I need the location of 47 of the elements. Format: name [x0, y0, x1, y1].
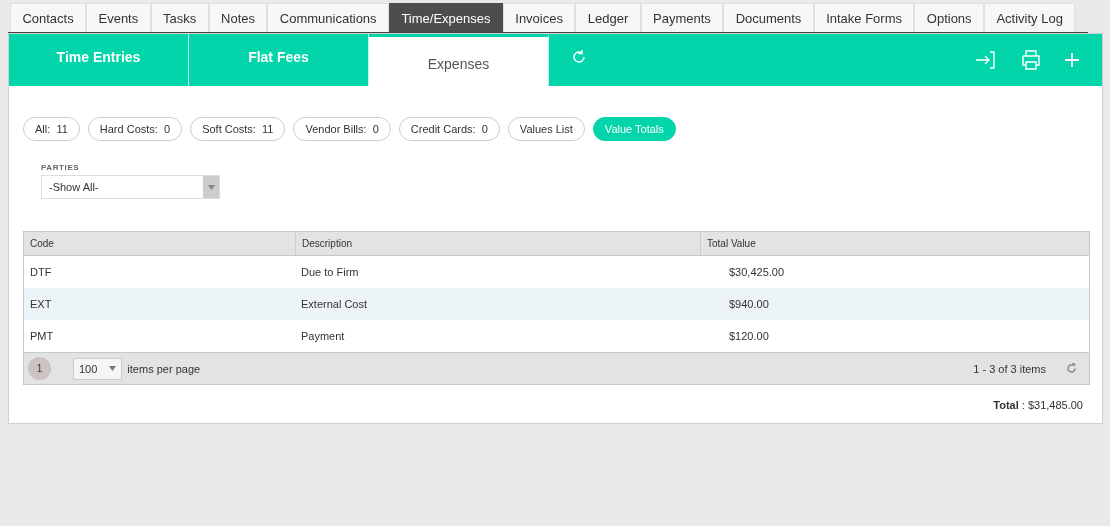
table-cell-text: $120.00 — [728, 329, 770, 344]
filter-chip[interactable]: Hard Costs: 0 — [87, 117, 183, 141]
item-range: 1 - 3 of 3 items — [973, 362, 1046, 375]
print-icon[interactable] — [1020, 50, 1042, 70]
filter-chip[interactable]: All: 11 — [23, 117, 80, 141]
tab[interactable]: Intake Forms — [813, 3, 915, 32]
tab[interactable]: Activity Log — [984, 3, 1076, 32]
page-button[interactable]: 1 — [28, 357, 51, 380]
tab[interactable]: Events — [86, 3, 151, 32]
table-cell-text: External Cost — [300, 297, 369, 312]
refresh-icon[interactable] — [571, 49, 587, 65]
tab[interactable]: Time/Expenses — [389, 3, 503, 32]
tab[interactable]: Ledger — [575, 3, 641, 32]
tab[interactable]: Contacts — [10, 3, 87, 32]
filter-chip[interactable]: Credit Cards: 0 — [398, 117, 500, 141]
column-header[interactable]: Code — [24, 232, 295, 255]
table-cell-text: Due to Firm — [300, 265, 360, 280]
tab[interactable]: Payments — [640, 3, 724, 32]
total-text: Total : $31,485.00 — [992, 399, 1083, 411]
caret-icon — [109, 366, 117, 371]
table-cell-text: Payment — [300, 329, 346, 344]
caret-icon — [207, 184, 215, 190]
reload-icon[interactable] — [1066, 363, 1077, 374]
table-row[interactable]: EXT External Cost $940.00 — [24, 288, 1089, 320]
table-cell-text: $940.00 — [728, 297, 770, 312]
parties-label: PARTIES — [41, 163, 81, 172]
table-cell-text: EXT — [29, 297, 53, 312]
filter-chip[interactable]: Vendor Bills: 0 — [293, 117, 391, 141]
page-size-label: items per page — [127, 362, 201, 375]
tab[interactable]: Communications — [267, 3, 389, 32]
parties-dropdown[interactable]: -Show All- — [41, 175, 220, 199]
column-header[interactable]: Description — [295, 232, 700, 255]
tab[interactable]: Options — [914, 3, 984, 32]
add-icon[interactable] — [1065, 53, 1079, 67]
tab[interactable]: Invoices — [502, 3, 576, 32]
tab[interactable]: Documents — [723, 3, 814, 32]
filter-chip[interactable]: Soft Costs: 11 — [190, 117, 286, 141]
tab[interactable]: Tasks — [150, 3, 209, 32]
page-size-dropdown[interactable]: 100 — [73, 357, 123, 380]
sub-tab[interactable]: Expenses — [369, 34, 549, 86]
table-cell-text: DTF — [29, 265, 53, 280]
sign-in-icon[interactable] — [975, 50, 997, 70]
table-cell-text: PMT — [29, 329, 55, 344]
tab[interactable]: Notes — [208, 3, 268, 32]
column-header[interactable]: Total Value — [700, 232, 1089, 255]
filter-chip[interactable]: Values List — [507, 117, 585, 141]
table-cell-text: $30,425.00 — [728, 265, 786, 280]
